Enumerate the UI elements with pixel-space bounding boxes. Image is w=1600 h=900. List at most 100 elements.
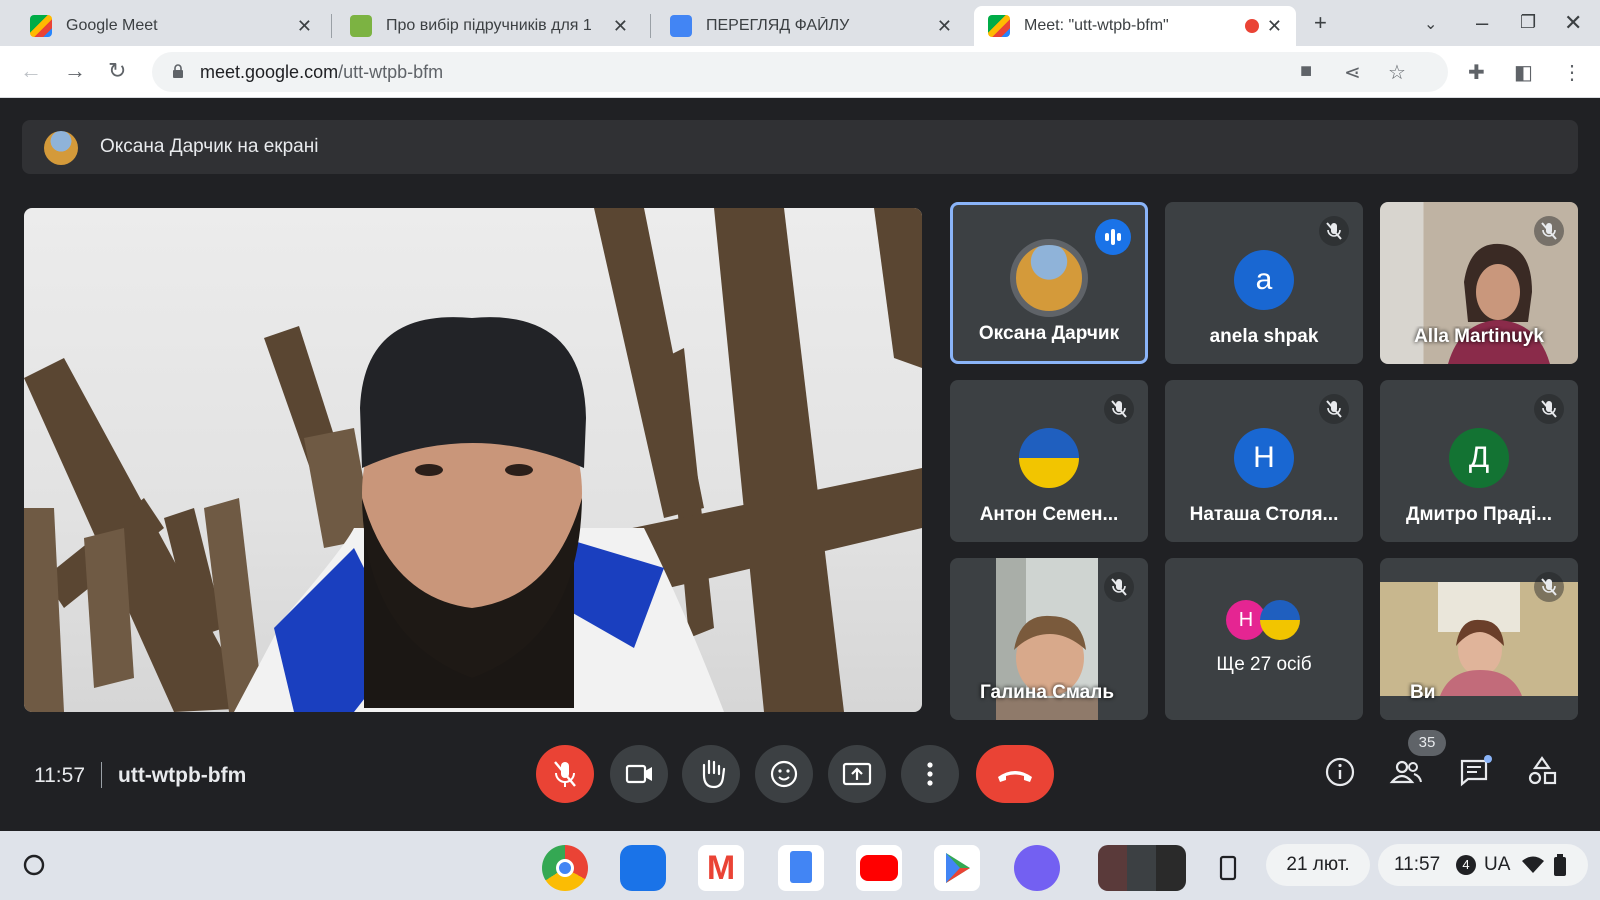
mic-off-icon xyxy=(1534,394,1564,424)
main-video[interactable] xyxy=(24,208,922,712)
minimize-icon[interactable]: – xyxy=(1476,10,1488,36)
windows-preview[interactable] xyxy=(1098,845,1186,891)
gmail-icon[interactable]: M xyxy=(698,845,744,891)
bookmark-star-icon[interactable]: ☆ xyxy=(1388,60,1406,85)
people-icon[interactable] xyxy=(1384,750,1428,794)
divider xyxy=(101,762,102,788)
mic-off-icon xyxy=(1319,216,1349,246)
side-panel-icon[interactable]: ◧ xyxy=(1514,60,1533,85)
tab-file-viewer[interactable]: ПЕРЕГЛЯД ФАЙЛУ ✕ xyxy=(656,6,966,46)
participant-avatar: a xyxy=(1234,250,1294,310)
close-icon[interactable]: ✕ xyxy=(613,16,628,37)
participant-tile-anton[interactable]: Антон Семен... xyxy=(950,380,1148,542)
participant-tile-anela[interactable]: a anela shpak xyxy=(1165,202,1363,364)
menu-icon[interactable]: ⋮ xyxy=(1562,60,1582,85)
presenting-banner: Оксана Дарчик на екрані xyxy=(22,120,1578,174)
play-store-icon[interactable] xyxy=(934,845,980,891)
speaking-indicator-icon xyxy=(1095,219,1131,255)
participant-tile-self[interactable]: Ви xyxy=(1380,558,1578,720)
close-icon[interactable]: ✕ xyxy=(937,16,952,37)
leave-call-button[interactable] xyxy=(976,745,1054,803)
mic-off-icon xyxy=(554,761,576,787)
close-window-icon[interactable]: ✕ xyxy=(1564,10,1582,36)
launcher-button[interactable] xyxy=(14,845,54,885)
participant-name: Наташа Столя... xyxy=(1189,504,1339,525)
participant-tile-alla[interactable]: Alla Martinuyk xyxy=(1380,202,1578,364)
participant-name: Галина Смаль xyxy=(980,682,1115,703)
participant-name: Дмитро Праді... xyxy=(1405,504,1553,525)
forward-icon[interactable]: → xyxy=(64,58,86,84)
reactions-button[interactable] xyxy=(755,745,813,803)
meeting-clock: 11:57 xyxy=(34,764,85,787)
participant-name: Антон Семен... xyxy=(979,504,1119,525)
meet-icon xyxy=(30,15,52,37)
meeting-code: utt-wtpb-bfm xyxy=(118,764,247,787)
participant-avatar xyxy=(1019,428,1079,488)
participant-name: Ви xyxy=(1410,682,1436,703)
youtube-icon[interactable] xyxy=(856,845,902,891)
lock-icon xyxy=(173,64,183,78)
back-icon[interactable]: ← xyxy=(20,58,42,84)
tab-google-meet[interactable]: Google Meet ✕ xyxy=(16,6,326,46)
wifi-icon xyxy=(1522,856,1544,873)
tab-meet-active[interactable]: Meet: "utt-wtpb-bfm" ✕ xyxy=(974,6,1296,46)
participant-tile-oksana[interactable]: Оксана Дарчик xyxy=(950,202,1148,364)
participant-tile-natasha[interactable]: Н Наташа Столя... xyxy=(1165,380,1363,542)
tab-search-icon[interactable]: ⌄ xyxy=(1424,14,1437,34)
tab-title: Про вибір підручників для 1 xyxy=(386,17,592,34)
docs-icon[interactable] xyxy=(778,845,824,891)
camera-icon[interactable]: ■ xyxy=(1300,60,1312,83)
status-tray[interactable]: 11:57 4 UA xyxy=(1378,844,1588,886)
tab-divider xyxy=(331,14,332,38)
participant-tile-halyna[interactable]: Галина Смаль xyxy=(950,558,1148,720)
chat-icon[interactable] xyxy=(1452,750,1496,794)
phone-hangup-icon xyxy=(998,771,1032,782)
address-bar[interactable]: meet.google.com/utt-wtpb-bfm ■ ⋖ ☆ xyxy=(152,52,1448,92)
files-icon[interactable] xyxy=(620,845,666,891)
participant-name: Alla Martinuyk xyxy=(1414,326,1544,347)
more-options-button[interactable] xyxy=(901,745,959,803)
meet-icon xyxy=(988,15,1010,37)
mic-off-icon xyxy=(1319,394,1349,424)
more-participants-label: Ще 27 осіб xyxy=(1216,654,1312,675)
reload-icon[interactable]: ↻ xyxy=(108,58,126,84)
presenter-avatar xyxy=(44,131,78,165)
launcher-circle-icon xyxy=(23,854,45,876)
present-button[interactable] xyxy=(828,745,886,803)
activities-icon[interactable] xyxy=(1520,750,1564,794)
mic-toggle-button[interactable] xyxy=(536,745,594,803)
hand-icon xyxy=(702,759,726,789)
tab-strip: Google Meet ✕ Про вибір підручників для … xyxy=(0,0,1600,46)
mic-off-icon xyxy=(1534,572,1564,602)
new-tab-icon[interactable]: + xyxy=(1314,10,1327,36)
meeting-details-icon[interactable] xyxy=(1318,750,1362,794)
extensions-icon[interactable]: ✚ xyxy=(1468,60,1485,85)
tab-title: Google Meet xyxy=(66,17,158,34)
phone-hub-icon[interactable] xyxy=(1208,845,1248,891)
raise-hand-button[interactable] xyxy=(682,745,740,803)
battery-icon xyxy=(1554,854,1566,876)
url-path: /utt-wtpb-bfm xyxy=(338,62,444,82)
participant-avatar: Н xyxy=(1234,428,1294,488)
tab-title: ПЕРЕГЛЯД ФАЙЛУ xyxy=(706,17,850,34)
mic-off-icon xyxy=(1104,572,1134,602)
emoji-icon xyxy=(770,760,798,788)
os-shelf: M 21 лют. 11:57 4 UA xyxy=(0,831,1600,900)
viber-icon[interactable] xyxy=(1014,845,1060,891)
camera-toggle-button[interactable] xyxy=(610,745,668,803)
meet-area: Оксана Дарчик на екрані Оксана Дарчик a … xyxy=(0,98,1600,831)
file-viewer-icon xyxy=(670,15,692,37)
more-participants-tile[interactable]: Н Ще 27 осіб xyxy=(1165,558,1363,720)
close-icon[interactable]: ✕ xyxy=(297,16,312,37)
chrome-icon[interactable] xyxy=(542,845,588,891)
mail-icon xyxy=(350,15,372,37)
date-tray[interactable]: 21 лют. xyxy=(1266,844,1370,886)
close-icon[interactable]: ✕ xyxy=(1267,16,1282,37)
presenting-text: Оксана Дарчик на екрані xyxy=(100,136,319,157)
restore-icon[interactable]: ❐ xyxy=(1520,12,1536,33)
participant-tile-dmytro[interactable]: Д Дмитро Праді... xyxy=(1380,380,1578,542)
share-icon[interactable]: ⋖ xyxy=(1344,60,1361,85)
more-vert-icon xyxy=(927,762,933,786)
notification-count: 4 xyxy=(1456,855,1476,875)
tab-textbooks[interactable]: Про вибір підручників для 1 ✕ xyxy=(336,6,642,46)
